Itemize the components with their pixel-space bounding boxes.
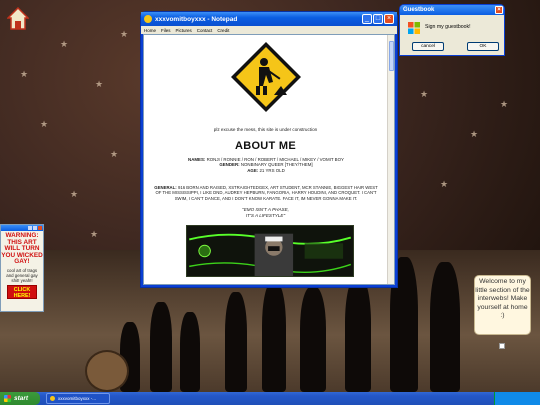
construction-sign-icon	[231, 42, 301, 112]
warning-body: cool art of trags and general gay shit! …	[6, 267, 38, 283]
profile-info: NAMES: RONJI / RONNIE / RON / ROBERT / M…	[152, 157, 380, 173]
guestbook-ok-button[interactable]: OK	[467, 42, 499, 51]
menu-contact[interactable]: Contact	[197, 28, 213, 33]
names-value: RONJI / RONNIE / RON / ROBERT / MICHAEL …	[206, 157, 344, 162]
emo-quote: "EMO ISN'T A PHASE, IT'S A LIFESTYLE"	[144, 207, 387, 218]
warning-popup: WARNING: THIS ART WILL TURN YOU WICKED G…	[0, 224, 44, 312]
general-label: GENERAL:	[154, 185, 177, 190]
minimize-button[interactable]: _	[362, 14, 372, 24]
general-value: 916 BORN AND RAISED, XSTRAIGHTEDGEX, ART…	[155, 185, 378, 201]
taskbar: start xxxvomitboyxxx -...	[0, 392, 540, 405]
home-icon[interactable]	[7, 7, 29, 31]
guestbook-cancel-button[interactable]: cancel	[412, 42, 444, 51]
green-banner-image	[186, 225, 354, 277]
warning-heading: WARNING: THIS ART WILL TURN YOU WICKED G…	[1, 232, 43, 266]
quote-line-2: IT'S A LIFESTYLE"	[245, 212, 286, 218]
click-here-button[interactable]: CLICK HERE!	[7, 284, 37, 299]
gender-label: GENDER:	[219, 162, 240, 168]
small-window-icon[interactable]	[499, 343, 505, 349]
guestbook-message: Sign my guestbook!	[425, 24, 471, 30]
names-label: NAMES:	[188, 157, 206, 162]
taskbar-notepad-item[interactable]: xxxvomitboyxxx -...	[46, 393, 110, 404]
start-label: start	[14, 395, 29, 402]
menu-pictures[interactable]: Pictures	[176, 28, 192, 33]
start-button[interactable]: start	[0, 392, 40, 405]
menu-credit[interactable]: Credit	[217, 28, 229, 33]
notepad-titlebar[interactable]: xxxvomitboyxxx - Notepad _ □ ×	[141, 12, 397, 26]
smiley-icon	[50, 396, 55, 401]
system-tray	[494, 392, 540, 405]
general-bio: GENERAL: 916 BORN AND RAISED, XSTRAIGHTE…	[152, 185, 380, 201]
guestbook-close-button[interactable]: ×	[495, 6, 503, 14]
age-value: 21 YRS OLD	[259, 167, 285, 173]
construction-note: plz excuse the mess, this site is under …	[213, 127, 318, 132]
warning-titlebar[interactable]	[1, 225, 43, 231]
notepad-content: plz excuse the mess, this site is under …	[143, 34, 395, 285]
about-heading: ABOUT ME	[234, 140, 297, 152]
notepad-title: xxxvomitboyxxx - Notepad	[155, 15, 238, 23]
menu-home[interactable]: Home	[144, 28, 156, 33]
guestbook-title: Guestbook	[403, 7, 435, 13]
windows-flag-icon	[408, 22, 420, 34]
welcome-note: Welcome to my little section of the inte…	[474, 275, 531, 335]
guestbook-dialog: Guestbook × Sign my guestbook! cancel OK	[399, 4, 505, 56]
guestbook-titlebar[interactable]: Guestbook ×	[400, 5, 504, 15]
menu-bar: Home Files Pictures Contact Credit	[141, 26, 397, 34]
task-label: xxxvomitboyxxx -...	[58, 396, 97, 401]
warning-close-button[interactable]	[38, 226, 42, 230]
smiley-icon	[144, 15, 152, 23]
vertical-scrollbar[interactable]	[387, 35, 394, 284]
notepad-window: xxxvomitboyxxx - Notepad _ □ × Home File…	[140, 11, 398, 288]
maximize-button[interactable]: □	[373, 14, 383, 24]
gender-value: NONBINARY QUEER [THEY/THEM]	[240, 162, 313, 168]
close-button[interactable]: ×	[384, 14, 394, 24]
windows-logo-icon	[4, 395, 11, 402]
age-label: AGE:	[247, 167, 259, 173]
menu-files[interactable]: Files	[161, 28, 171, 33]
